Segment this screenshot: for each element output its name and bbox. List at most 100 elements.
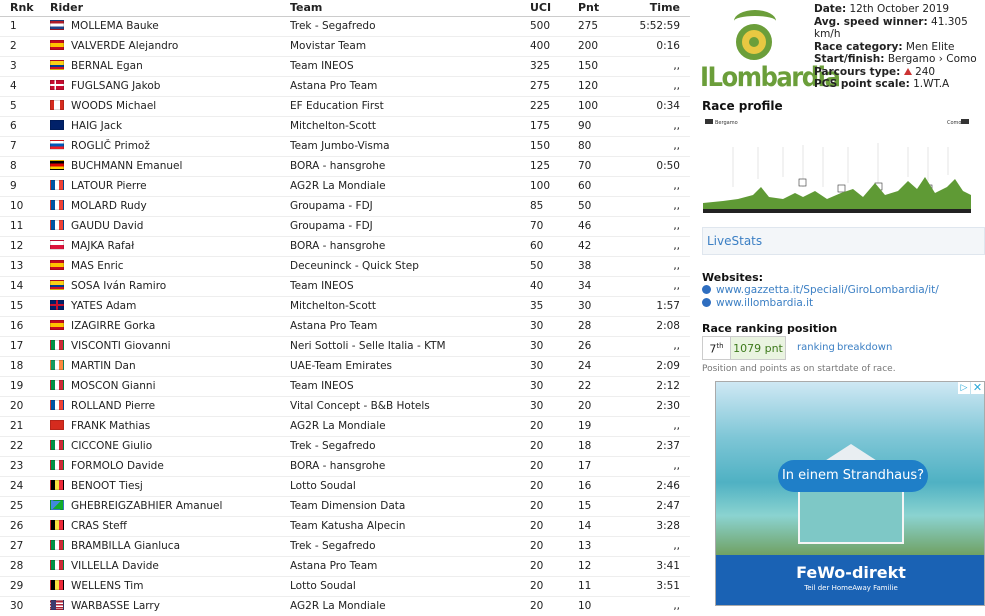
rider-link[interactable]: MAJKA Rafał <box>71 240 134 252</box>
rider-link[interactable]: GAUDU David <box>71 220 143 232</box>
rider-link[interactable]: CRAS Steff <box>71 520 127 532</box>
cell-rider[interactable]: VISCONTI Giovanni <box>50 336 290 357</box>
cell-team[interactable]: Groupama - FDJ <box>290 216 530 237</box>
header-time[interactable]: Time <box>634 0 690 17</box>
cell-rider[interactable]: WARBASSE Larry <box>50 596 290 616</box>
ad-close-icon[interactable]: ✕ <box>971 382 984 394</box>
cell-rider[interactable]: WELLENS Tim <box>50 576 290 597</box>
ad-headline[interactable]: In einem Strandhaus? <box>778 460 928 492</box>
cell-team[interactable]: Team INEOS <box>290 56 530 77</box>
rider-link[interactable]: FORMOLO Davide <box>71 460 164 472</box>
cell-team[interactable]: AG2R La Mondiale <box>290 596 530 616</box>
cell-team[interactable]: Trek - Segafredo <box>290 16 530 37</box>
rider-link[interactable]: ROGLIČ Primož <box>71 140 150 152</box>
cell-rider[interactable]: MAJKA Rafał <box>50 236 290 257</box>
website-link-gazzetta[interactable]: www.gazzetta.it/Speciali/GiroLombardia/i… <box>702 284 939 296</box>
cell-rider[interactable]: YATES Adam <box>50 296 290 317</box>
cell-rider[interactable]: ROLLAND Pierre <box>50 396 290 417</box>
cell-team[interactable]: BORA - hansgrohe <box>290 156 530 177</box>
rider-link[interactable]: SOSA Iván Ramiro <box>71 280 166 292</box>
rider-link[interactable]: VISCONTI Giovanni <box>71 340 171 352</box>
cell-team[interactable]: Mitchelton-Scott <box>290 116 530 137</box>
rider-link[interactable]: GHEBREIGZABHIER Amanuel <box>71 500 222 512</box>
livestats-link[interactable]: LiveStats <box>702 227 985 255</box>
cell-team[interactable]: Groupama - FDJ <box>290 196 530 217</box>
cell-rider[interactable]: BERNAL Egan <box>50 56 290 77</box>
rider-link[interactable]: BUCHMANN Emanuel <box>71 160 182 172</box>
cell-rider[interactable]: LATOUR Pierre <box>50 176 290 197</box>
rider-link[interactable]: FRANK Mathias <box>71 420 150 432</box>
cell-rider[interactable]: WOODS Michael <box>50 96 290 117</box>
cell-team[interactable]: Team Jumbo-Visma <box>290 136 530 157</box>
cell-team[interactable]: BORA - hansgrohe <box>290 456 530 477</box>
rider-link[interactable]: BERNAL Egan <box>71 60 143 72</box>
rider-link[interactable]: LATOUR Pierre <box>71 180 147 192</box>
cell-rider[interactable]: FUGLSANG Jakob <box>50 76 290 97</box>
rider-link[interactable]: BRAMBILLA Gianluca <box>71 540 180 552</box>
cell-rider[interactable]: ROGLIČ Primož <box>50 136 290 157</box>
rider-link[interactable]: MOLARD Rudy <box>71 200 147 212</box>
cell-team[interactable]: Team INEOS <box>290 376 530 397</box>
cell-team[interactable]: Lotto Soudal <box>290 576 530 597</box>
race-logo[interactable]: ILombardia <box>700 4 841 96</box>
cell-team[interactable]: Movistar Team <box>290 36 530 57</box>
rider-link[interactable]: WOODS Michael <box>71 100 156 112</box>
cell-team[interactable]: Team Dimension Data <box>290 496 530 517</box>
cell-rider[interactable]: MOSCON Gianni <box>50 376 290 397</box>
rider-link[interactable]: YATES Adam <box>71 300 136 312</box>
rider-link[interactable]: MARTIN Dan <box>71 360 136 372</box>
cell-rider[interactable]: MOLARD Rudy <box>50 196 290 217</box>
cell-rider[interactable]: GAUDU David <box>50 216 290 237</box>
rider-link[interactable]: WARBASSE Larry <box>71 600 160 612</box>
cell-rider[interactable]: BUCHMANN Emanuel <box>50 156 290 177</box>
cell-rider[interactable]: GHEBREIGZABHIER Amanuel <box>50 496 290 517</box>
ad-brand-bar[interactable]: FeWo-direkt Teil der HomeAway Familie <box>716 555 984 605</box>
rider-link[interactable]: MAS Enric <box>71 260 124 272</box>
cell-team[interactable]: Vital Concept - B&B Hotels <box>290 396 530 417</box>
race-profile-image[interactable]: Bergamo Como <box>703 117 971 217</box>
rider-link[interactable]: VALVERDE Alejandro <box>71 40 178 52</box>
cell-team[interactable]: AG2R La Mondiale <box>290 176 530 197</box>
cell-team[interactable]: Lotto Soudal <box>290 476 530 497</box>
cell-rider[interactable]: HAIG Jack <box>50 116 290 137</box>
header-rider[interactable]: Rider <box>50 0 290 17</box>
cell-team[interactable]: Deceuninck - Quick Step <box>290 256 530 277</box>
cell-team[interactable]: Astana Pro Team <box>290 556 530 577</box>
rider-link[interactable]: WELLENS Tim <box>71 580 143 592</box>
rider-link[interactable]: MOSCON Gianni <box>71 380 156 392</box>
cell-team[interactable]: Trek - Segafredo <box>290 536 530 557</box>
cell-team[interactable]: Team INEOS <box>290 276 530 297</box>
cell-rider[interactable]: MOLLEMA Bauke <box>50 16 290 37</box>
cell-rider[interactable]: FORMOLO Davide <box>50 456 290 477</box>
cell-rider[interactable]: MAS Enric <box>50 256 290 277</box>
cell-rider[interactable]: BENOOT Tiesj <box>50 476 290 497</box>
cell-rider[interactable]: CRAS Steff <box>50 516 290 537</box>
website-link-illombardia[interactable]: www.illombardia.it <box>702 297 813 309</box>
cell-rider[interactable]: VALVERDE Alejandro <box>50 36 290 57</box>
rider-link[interactable]: CICCONE Giulio <box>71 440 152 452</box>
header-uci[interactable]: UCI <box>530 0 578 17</box>
advertisement[interactable]: ▷ ✕ In einem Strandhaus? FeWo-direkt Tei… <box>715 381 985 606</box>
cell-rider[interactable]: FRANK Mathias <box>50 416 290 437</box>
cell-team[interactable]: AG2R La Mondiale <box>290 416 530 437</box>
rider-link[interactable]: MOLLEMA Bauke <box>71 20 159 32</box>
cell-rider[interactable]: IZAGIRRE Gorka <box>50 316 290 337</box>
cell-team[interactable]: Mitchelton-Scott <box>290 296 530 317</box>
header-team[interactable]: Team <box>290 0 530 17</box>
rider-link[interactable]: BENOOT Tiesj <box>71 480 143 492</box>
rider-link[interactable]: IZAGIRRE Gorka <box>71 320 155 332</box>
header-rnk[interactable]: Rnk <box>0 0 50 17</box>
cell-rider[interactable]: SOSA Iván Ramiro <box>50 276 290 297</box>
cell-rider[interactable]: MARTIN Dan <box>50 356 290 377</box>
cell-rider[interactable]: BRAMBILLA Gianluca <box>50 536 290 557</box>
cell-team[interactable]: BORA - hansgrohe <box>290 236 530 257</box>
cell-team[interactable]: UAE-Team Emirates <box>290 356 530 377</box>
cell-team[interactable]: EF Education First <box>290 96 530 117</box>
rider-link[interactable]: VILLELLA Davide <box>71 560 159 572</box>
breakdown-link[interactable]: breakdown <box>837 342 892 353</box>
cell-team[interactable]: Trek - Segafredo <box>290 436 530 457</box>
cell-rider[interactable]: CICCONE Giulio <box>50 436 290 457</box>
adchoices-icon[interactable]: ▷ <box>958 382 970 394</box>
rider-link[interactable]: FUGLSANG Jakob <box>71 80 160 92</box>
cell-team[interactable]: Astana Pro Team <box>290 76 530 97</box>
